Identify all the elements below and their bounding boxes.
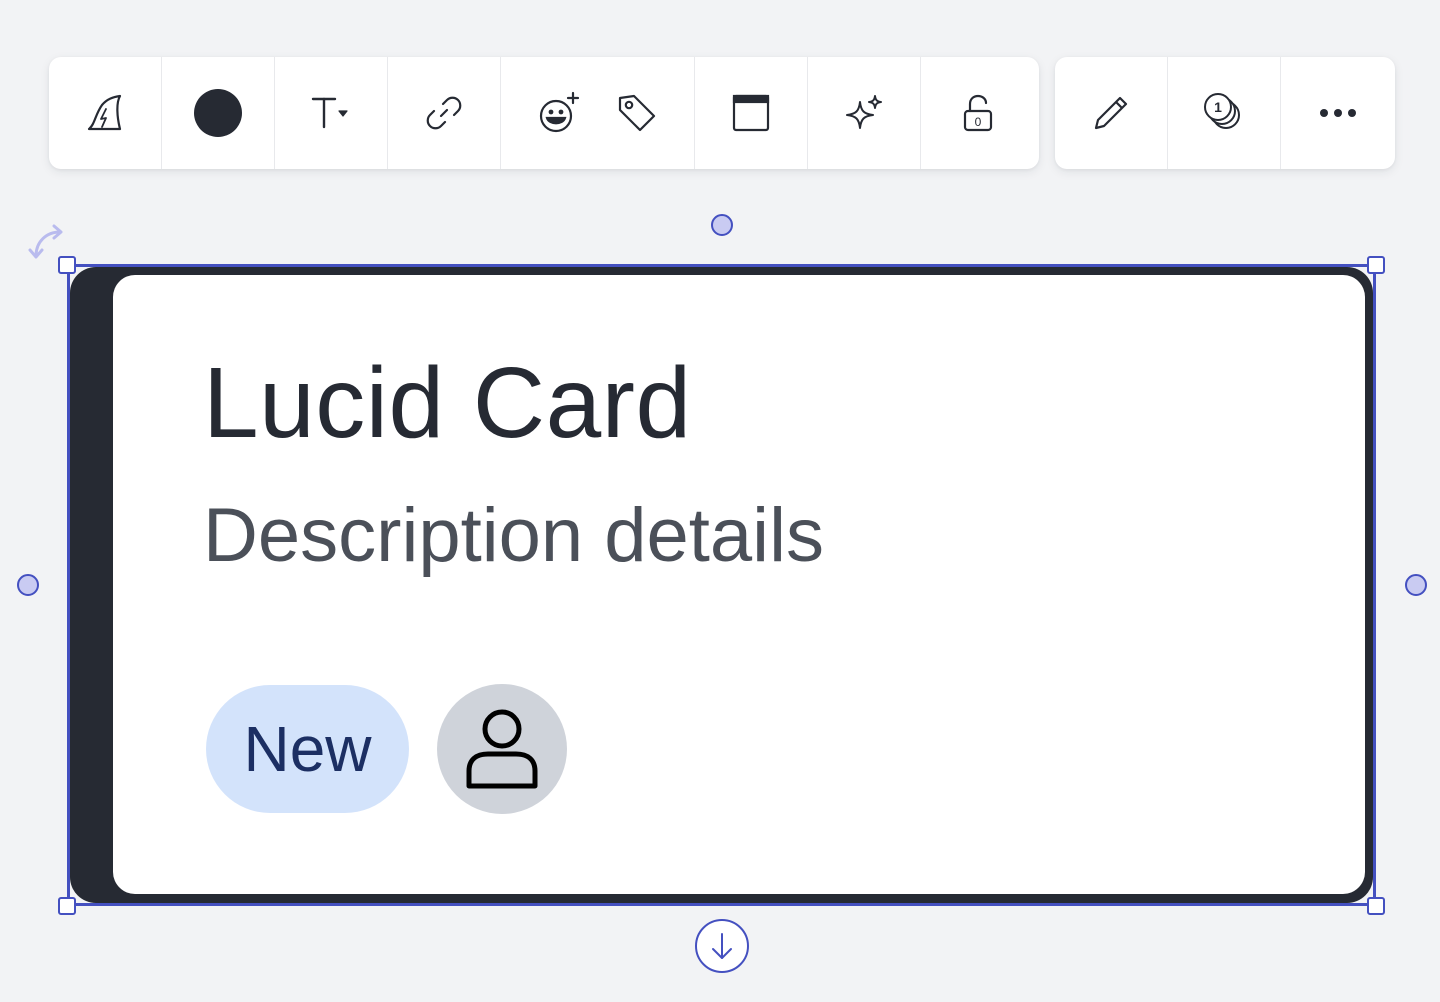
- link-icon: [426, 96, 462, 130]
- fill-color-button[interactable]: [162, 57, 275, 169]
- left-connection-handle[interactable]: [17, 574, 39, 596]
- add-reaction-button[interactable]: [537, 90, 583, 136]
- right-connection-handle[interactable]: [1405, 574, 1427, 596]
- svg-text:0: 0: [974, 115, 981, 129]
- lucid-wizard-button[interactable]: [49, 57, 162, 169]
- resize-handle-bottom-right[interactable]: [1367, 897, 1385, 915]
- container-button[interactable]: [695, 57, 808, 169]
- lock-button[interactable]: 0: [921, 57, 1034, 169]
- edit-pencil-button[interactable]: [1055, 57, 1168, 169]
- top-connection-handle[interactable]: [711, 214, 733, 236]
- link-button[interactable]: [388, 57, 501, 169]
- resize-handle-bottom-left[interactable]: [58, 897, 76, 915]
- text-format-button[interactable]: [275, 57, 388, 169]
- add-reaction-icon: [540, 91, 580, 133]
- tag-icon: [618, 94, 655, 132]
- edit-toolbar: 1: [1055, 57, 1395, 169]
- text-format-icon: [311, 97, 348, 129]
- shape-toolbar: 0: [49, 57, 1039, 169]
- pencil-icon: [1094, 96, 1128, 130]
- reaction-tag-group: [501, 57, 695, 169]
- more-icon: [1319, 109, 1356, 117]
- canvas[interactable]: 0 1 Lucid Card Description details New: [0, 0, 1440, 1002]
- add-below-button[interactable]: [695, 919, 749, 973]
- tag-button[interactable]: [616, 92, 658, 134]
- selection-outline: [67, 264, 1376, 906]
- svg-text:1: 1: [1214, 99, 1222, 115]
- arrow-down-icon: [712, 933, 732, 959]
- more-options-button[interactable]: [1281, 57, 1394, 169]
- unlock-icon: 0: [963, 94, 992, 132]
- ai-sparkle-button[interactable]: [808, 57, 921, 169]
- resize-handle-top-left[interactable]: [58, 256, 76, 274]
- fill-color-swatch: [194, 89, 242, 137]
- lucid-wizard-icon: [87, 94, 122, 131]
- ai-sparkle-icon: [846, 95, 882, 129]
- container-icon: [732, 94, 770, 132]
- resize-handle-top-right[interactable]: [1367, 256, 1385, 274]
- coins-button[interactable]: 1: [1168, 57, 1281, 169]
- stacked-coins-icon: 1: [1204, 93, 1240, 129]
